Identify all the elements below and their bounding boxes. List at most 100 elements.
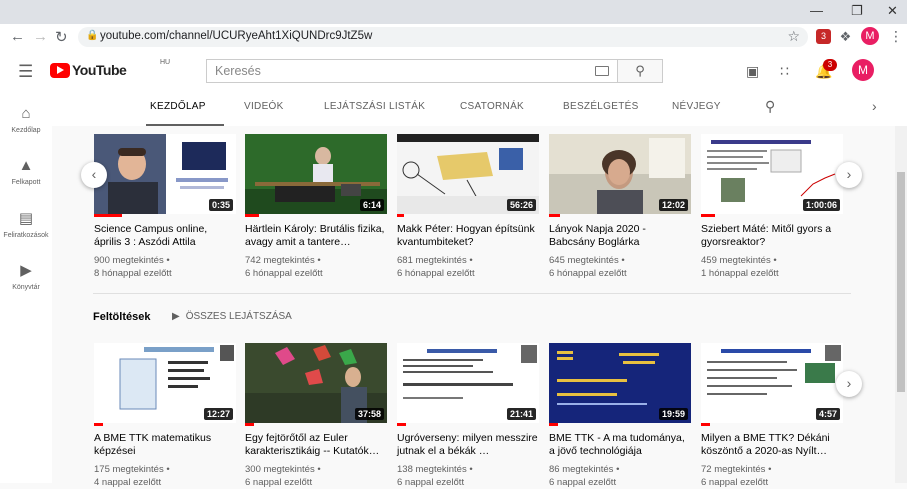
close-icon[interactable]: ✕	[887, 3, 898, 19]
video-age: 6 hónappal ezelőtt	[245, 268, 323, 279]
carousel-next-button[interactable]: ›	[836, 162, 862, 188]
logo-text: YouTube	[72, 62, 127, 78]
channel-search-icon[interactable]: ⚲	[765, 98, 775, 115]
mini-sidebar: ⌂ Kezdőlap ▲ Felkapott ▤ Feliratkozások …	[0, 91, 52, 483]
video-views: 138 megtekintés •	[397, 464, 473, 475]
reload-icon[interactable]: ↻	[55, 28, 68, 46]
video-duration: 12:02	[658, 199, 688, 211]
video-thumbnail[interactable]: 0:35	[94, 134, 236, 214]
video-title[interactable]: BME TTK - A ma tudománya, a jövő technol…	[549, 432, 691, 458]
video-title[interactable]: Lányok Napja 2020 - Babcsány Boglárka	[549, 223, 691, 249]
video-thumbnail[interactable]: 12:27	[94, 343, 236, 423]
extension-badge: 3	[820, 31, 826, 41]
watch-progress	[549, 214, 561, 217]
active-tab-indicator	[146, 124, 224, 126]
video-thumbnail[interactable]: 21:41	[397, 343, 539, 423]
carousel-prev-button[interactable]: ‹	[81, 162, 107, 188]
shelf-title[interactable]: Feltöltések	[93, 311, 150, 323]
tab-videos[interactable]: VIDEÓK	[244, 101, 284, 112]
menu-icon[interactable]: ☰	[18, 62, 33, 82]
video-duration: 19:59	[658, 408, 688, 420]
tabs-next-icon[interactable]: ›	[872, 98, 877, 114]
back-icon[interactable]: ←	[10, 28, 25, 45]
search-button[interactable]: ⚲	[617, 59, 663, 83]
tab-about[interactable]: NÉVJEGY	[672, 101, 721, 112]
create-video-icon[interactable]: ▣	[746, 63, 759, 80]
sidebar-item-library[interactable]: ▶ Könyvtár	[0, 261, 52, 291]
browser-titlebar: — ❐ ✕	[0, 0, 907, 24]
video-duration: 0:35	[208, 199, 233, 211]
tab-discussion[interactable]: BESZÉLGETÉS	[563, 101, 639, 112]
sidebar-item-label: Felkapott	[11, 179, 41, 186]
video-title[interactable]: Härtlein Károly: Brutális fizika, avagy …	[245, 223, 387, 249]
carousel-next-button[interactable]: ›	[836, 371, 862, 397]
chevron-right-icon: ›	[846, 375, 852, 391]
watch-progress	[397, 214, 405, 217]
video-meta: 900 megtekintés • 8 hónappal ezelőtt	[94, 254, 172, 280]
sidebar-item-home[interactable]: ⌂ Kezdőlap	[0, 105, 52, 134]
video-meta: 72 megtekintés • 6 nappal ezelőtt	[701, 463, 771, 489]
video-duration: 6:14	[359, 199, 384, 211]
video-thumbnail[interactable]: 12:02	[549, 134, 691, 214]
video-title[interactable]: Sziebert Máté: Mitől gyors a gyorsreakto…	[701, 223, 843, 249]
tab-playlists[interactable]: LEJÁTSZÁSI LISTÁK	[324, 101, 425, 112]
watch-progress	[397, 423, 406, 426]
search-input[interactable]: Keresés	[206, 59, 620, 83]
minimize-icon[interactable]: —	[810, 3, 823, 18]
extensions-puzzle-icon[interactable]: ❖	[838, 29, 853, 44]
youtube-logo[interactable]: YouTube HU	[50, 59, 170, 82]
section-divider	[93, 293, 851, 294]
sidebar-item-label: Kezdőlap	[11, 127, 41, 134]
video-age: 8 hónappal ezelőtt	[94, 268, 172, 279]
video-meta: 86 megtekintés • 6 nappal ezelőtt	[549, 463, 619, 489]
video-title[interactable]: Milyen a BME TTK? Dékáni köszöntő a 2020…	[701, 432, 843, 458]
subscriptions-icon: ▤	[18, 210, 34, 227]
video-thumbnail[interactable]: 6:14	[245, 134, 387, 214]
video-thumbnail[interactable]: 4:57	[701, 343, 843, 423]
apps-grid-icon[interactable]: ∷	[780, 63, 789, 80]
video-meta: 645 megtekintés • 6 hónappal ezelőtt	[549, 254, 627, 280]
video-thumbnail[interactable]: 19:59	[549, 343, 691, 423]
chevron-left-icon: ‹	[91, 166, 97, 182]
forward-icon[interactable]: →	[33, 28, 48, 45]
video-thumbnail[interactable]: 37:58	[245, 343, 387, 423]
video-meta: 175 megtekintés • 4 nappal ezelőtt	[94, 463, 170, 489]
play-all-button[interactable]: ▶ ÖSSZES LEJÁTSZÁSA	[172, 311, 292, 322]
address-bar-row: ← → ↻ 🔒 youtube.com/channel/UCURyeAht1Xi…	[0, 24, 907, 52]
sidebar-item-trending[interactable]: ▲ Felkapott	[0, 157, 52, 186]
tab-channels[interactable]: CSATORNÁK	[460, 101, 524, 112]
video-title[interactable]: Makk Péter: Hogyan építsünk kvantumbitek…	[397, 223, 539, 249]
video-views: 459 megtekintés •	[701, 255, 777, 266]
bookmark-star-icon[interactable]: ☆	[787, 28, 800, 45]
account-avatar[interactable]: M	[852, 59, 874, 81]
video-age: 1 hónappal ezelőtt	[701, 268, 779, 279]
watch-progress	[701, 423, 710, 426]
video-views: 645 megtekintés •	[549, 255, 625, 266]
watch-progress	[94, 423, 103, 426]
video-duration: 4:57	[815, 408, 840, 420]
video-meta: 459 megtekintés • 1 hónappal ezelőtt	[701, 254, 779, 280]
restore-icon[interactable]: ❐	[851, 3, 863, 19]
video-thumbnail[interactable]: 1:00:06	[701, 134, 843, 214]
watch-progress	[701, 214, 716, 217]
video-views: 72 megtekintés •	[701, 464, 772, 475]
video-title[interactable]: Science Campus online, április 3 : Aszód…	[94, 223, 236, 249]
video-title[interactable]: Egy fejtörőtől az Euler karakterisztikái…	[245, 432, 387, 458]
extension-icon[interactable]: 3	[816, 29, 831, 44]
video-meta: 138 megtekintés • 6 nappal ezelőtt	[397, 463, 473, 489]
video-duration: 1:00:06	[802, 199, 840, 211]
video-title[interactable]: A BME TTK matematikus képzései	[94, 432, 236, 458]
url-field[interactable]: 🔒 youtube.com/channel/UCURyeAht1XiQUNDrc…	[78, 27, 808, 47]
browser-profile-avatar[interactable]: M	[861, 27, 879, 45]
tab-home[interactable]: KEZDŐLAP	[150, 101, 206, 112]
sidebar-item-subscriptions[interactable]: ▤ Feliratkozások	[0, 209, 52, 239]
video-duration: 12:27	[203, 408, 233, 420]
video-title[interactable]: Ugróverseny: milyen messzire jutnak el a…	[397, 432, 539, 458]
scrollbar-thumb[interactable]	[897, 172, 905, 392]
video-age: 6 hónappal ezelőtt	[397, 268, 475, 279]
video-thumbnail[interactable]: 56:26	[397, 134, 539, 214]
page-scrollbar[interactable]	[895, 126, 907, 483]
fire-icon: ▲	[18, 157, 34, 174]
browser-menu-icon[interactable]: ⋮	[889, 28, 903, 45]
keyboard-icon[interactable]	[595, 66, 609, 76]
